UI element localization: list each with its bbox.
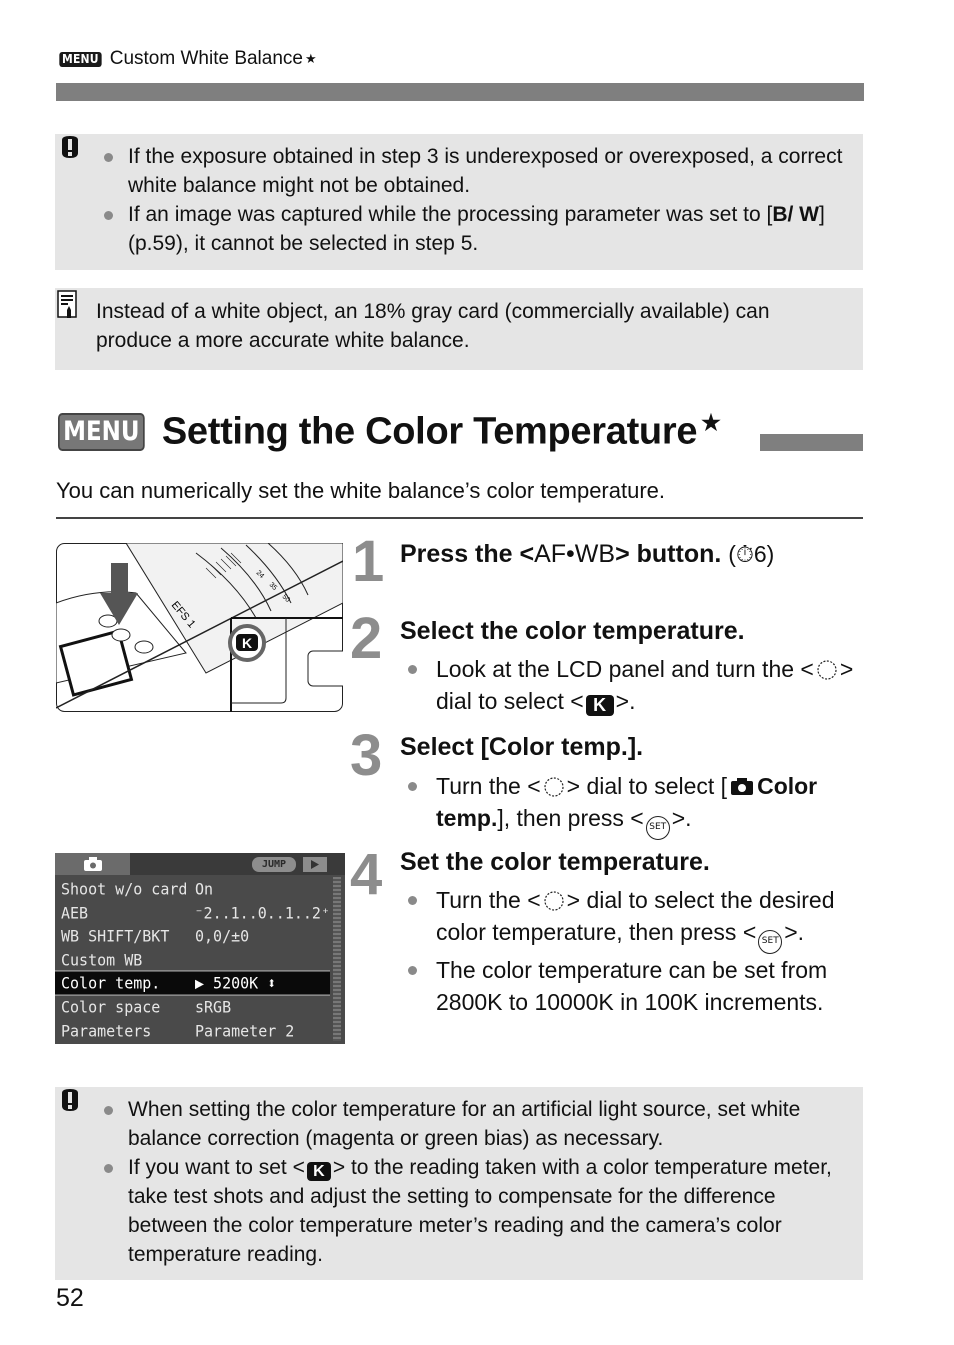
- step-bullet: The color temperature can be set from 28…: [400, 954, 865, 1018]
- lcd-menu-value: Parameter 2: [195, 1020, 295, 1040]
- lcd-menu-value: ⁻2..1..0..1..2⁺: [194, 902, 330, 922]
- running-header: MENU Custom White Balance ★: [57, 48, 317, 70]
- main-dial-icon: [817, 660, 837, 680]
- lcd-menu-row: WB SHIFT/BKT 0,0/±0: [55, 924, 330, 949]
- step-number: 1: [352, 529, 384, 594]
- star-icon: ★: [304, 51, 317, 66]
- menu-icon: MENU: [59, 51, 102, 67]
- k-icon: K: [306, 1162, 331, 1181]
- caution-item: If you want to set < K > to the reading ta…: [101, 1153, 845, 1269]
- lcd-menu-key: AEB: [61, 902, 89, 922]
- step-number: 3: [350, 723, 382, 788]
- lcd-menu-key: Shoot w/o card: [61, 879, 188, 899]
- k-icon: K: [242, 635, 252, 651]
- step-bullet: Turn the < > dial to select [Color temp.]…: [400, 770, 865, 840]
- caution-item: If the exposure obtained in step 3 is un…: [101, 142, 845, 200]
- step-heading: Select [Color temp.].: [400, 733, 644, 761]
- caution-item: When setting the color temperature for a…: [101, 1095, 845, 1153]
- caution-list: When setting the color temperature for a…: [101, 1095, 845, 1269]
- camera-icon: [731, 778, 754, 795]
- title-bar: [760, 434, 863, 451]
- caution-icon: [62, 136, 78, 158]
- caution-icon: [62, 1089, 78, 1111]
- lcd-scrollbar: [333, 877, 341, 1041]
- lcd-menu-key: Custom WB: [61, 950, 143, 970]
- set-button-icon: SET: [645, 816, 670, 840]
- section-divider: [56, 517, 863, 519]
- lcd-menu-value: 0,0/±0: [195, 926, 250, 946]
- menu-icon: MENU: [58, 412, 145, 451]
- step-heading: Press the <AF•WB> button. (⏱6): [400, 540, 775, 568]
- caution-list: If the exposure obtained in step 3 is un…: [101, 142, 845, 258]
- step-number: 2: [350, 606, 382, 671]
- step-number: 4: [350, 842, 382, 907]
- lcd-menu-row: Color temp. ▶ 5200K ⬍: [55, 970, 330, 996]
- section-intro: You can numerically set the white balanc…: [56, 478, 666, 503]
- caution-box: If the exposure obtained in step 3 is un…: [55, 134, 863, 270]
- step-heading: Select the color temperature.: [400, 617, 745, 645]
- page-title: Setting the Color Temperature ★: [161, 410, 721, 453]
- step-bullets: Look at the LCD panel and turn the < > di…: [400, 653, 865, 717]
- star-icon: ★: [701, 410, 721, 435]
- timer-ref: (⏱6): [728, 541, 775, 567]
- main-dial-icon: [544, 891, 564, 911]
- step-heading: Set the color temperature.: [400, 848, 710, 876]
- memo-text: Instead of a white object, an 18% gray c…: [96, 300, 770, 352]
- memo-icon: [57, 290, 77, 318]
- main-dial-icon: [544, 777, 564, 797]
- step-bullet: Look at the LCD panel and turn the < > di…: [400, 653, 865, 717]
- af-wb-button-label: AF•WB: [534, 540, 616, 568]
- lcd-tab-playback: [303, 857, 327, 872]
- k-icon: K: [585, 695, 614, 716]
- step-bullet: Turn the < > dial to select the desired c…: [400, 884, 865, 954]
- page-number: 52: [56, 1284, 84, 1312]
- step-bullets: Turn the < > dial to select [Color temp.]…: [400, 770, 865, 840]
- lcd-menu-key: Color temp.: [61, 973, 161, 993]
- lcd-menu-row: AEB ⁻2..1..0..1..2⁺: [55, 900, 330, 925]
- memo-box: Instead of a white object, an 18% gray c…: [55, 288, 863, 370]
- lcd-menu-row: Color space sRGB: [55, 994, 330, 1019]
- lcd-menu-value: sRGB: [195, 997, 232, 1017]
- header-bar: [56, 83, 864, 101]
- step-bullets: Turn the < > dial to select the desired c…: [400, 884, 865, 1018]
- camera-icon: [84, 857, 102, 871]
- set-button-icon: SET: [758, 930, 783, 954]
- lcd-menu-list: Shoot w/o card On AEB ⁻2..1..0..1..2⁺ WB SHI…: [55, 877, 330, 1042]
- lcd-menu-value: ▶ 5200K ⬍: [195, 973, 277, 993]
- lcd-menu-value: On: [195, 879, 214, 899]
- lcd-tab-shooting: [55, 853, 130, 875]
- lcd-menu-key: Color space: [61, 997, 161, 1017]
- caution-item: If an image was captured while the proce…: [101, 200, 845, 258]
- header-title: Custom White Balance: [109, 48, 303, 69]
- caution-box: When setting the color temperature for a…: [55, 1087, 863, 1280]
- lcd-tab-bar: JUMP: [55, 853, 345, 875]
- camera-illustration: 24 35 50 EFS 1 K: [56, 543, 343, 712]
- lcd-menu-row: Parameters Parameter 2: [55, 1018, 330, 1043]
- section-title: MENU Setting the Color Temperature ★: [58, 410, 721, 454]
- lcd-menu-key: Parameters: [61, 1020, 152, 1040]
- lcd-menu-screenshot: JUMP Shoot w/o card On AEB ⁻2..1..0..1..2⁺ W…: [55, 853, 345, 1044]
- play-icon: [311, 860, 319, 869]
- lcd-menu-row: Custom WB: [55, 947, 330, 972]
- lcd-jump-label: JUMP: [252, 857, 296, 872]
- lcd-menu-key: WB SHIFT/BKT: [61, 926, 170, 946]
- lcd-menu-row: Shoot w/o card On: [55, 876, 330, 901]
